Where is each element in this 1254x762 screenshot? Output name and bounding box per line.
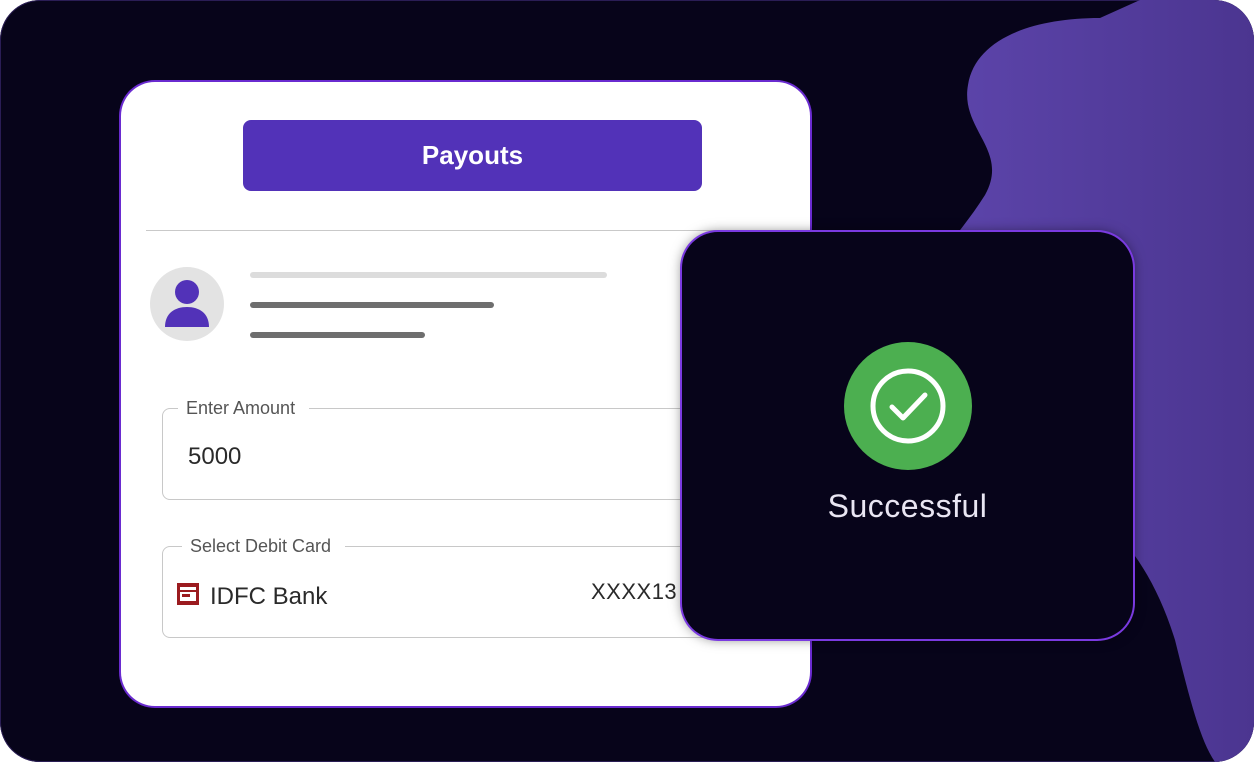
card-number: XXXX13 [591, 579, 678, 604]
amount-input[interactable] [188, 443, 588, 471]
placeholder-line [250, 272, 607, 278]
success-status-text: Successful [827, 488, 988, 524]
payouts-button[interactable]: Payouts [243, 120, 702, 191]
debit-card-field-label: Select Debit Card [182, 535, 346, 557]
bank-logo-icon [177, 583, 199, 605]
check-circle-icon [870, 368, 946, 444]
user-icon [165, 280, 209, 327]
placeholder-line [250, 332, 425, 338]
divider [146, 230, 786, 231]
payout-illustration: Payouts Enter Amount Select Debit Card I… [0, 0, 1254, 762]
amount-field-label: Enter Amount [178, 397, 310, 419]
success-badge [844, 342, 972, 470]
placeholder-line [250, 302, 494, 308]
success-card: Successful [682, 232, 1133, 639]
avatar [150, 267, 224, 341]
bank-name: IDFC Bank [210, 583, 328, 610]
